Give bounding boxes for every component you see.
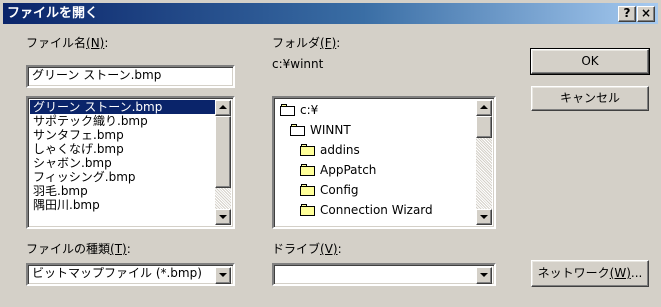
file-list[interactable]: グリーン ストーン.bmp サポテック織り.bmp サンタフェ.bmp しゃくなげ.b… — [26, 96, 235, 229]
cancel-button-label: キャンセル — [559, 91, 620, 105]
folder-name: Config — [320, 183, 359, 197]
cancel-button[interactable]: キャンセル — [531, 86, 649, 111]
file-name-label-text: ファイル名 — [26, 36, 87, 50]
file-type-dropdown-button[interactable] — [215, 267, 231, 284]
folder-icon — [300, 144, 316, 156]
drive-label-colon: : — [337, 242, 342, 256]
network-button-ellipsis: ... — [630, 266, 643, 280]
folder-name: WINNT — [310, 123, 351, 137]
file-type-value: ビットマップファイル (*.bmp) — [32, 266, 202, 280]
drive-label: ドライブ(V): — [272, 242, 342, 256]
file-list-item[interactable]: サポテック織り.bmp — [30, 114, 215, 128]
folder-name: addins — [320, 143, 360, 157]
file-list-item[interactable]: サンタフェ.bmp — [30, 128, 215, 142]
folder-tree-scroll-up-button[interactable] — [476, 100, 492, 116]
file-list-scroll-up-button[interactable] — [215, 100, 231, 116]
folder-tree-scroll-thumb[interactable] — [476, 116, 492, 138]
ok-button[interactable]: OK — [530, 48, 650, 75]
folder-label-text: フォルダ — [272, 36, 321, 50]
chevron-down-icon — [219, 273, 227, 277]
folder-tree[interactable]: c:¥ WINNT addins AppPatch Config Connection W… — [272, 96, 496, 229]
folder-tree-item[interactable]: WINNT — [276, 120, 476, 140]
help-icon: ? — [623, 6, 631, 20]
drive-dropdown-button[interactable] — [476, 267, 492, 284]
network-access-key: (W) — [609, 266, 631, 280]
arrow-up-icon — [219, 105, 227, 109]
file-name-access-key: (N) — [86, 36, 105, 50]
dialog-title: ファイルを開く — [7, 6, 99, 21]
folder-label: フォルダ(F): — [272, 36, 340, 50]
arrow-up-icon — [480, 105, 488, 109]
file-list-scrollbar[interactable] — [215, 100, 231, 225]
folder-name: c:¥ — [300, 103, 319, 117]
arrow-down-icon — [219, 215, 227, 219]
folder-icon — [300, 184, 316, 196]
open-folder-icon — [280, 104, 296, 116]
folder-tree-item[interactable]: c:¥ — [276, 100, 476, 120]
file-list-item[interactable]: フィッシング.bmp — [30, 170, 215, 184]
file-name-label-colon: : — [104, 36, 109, 50]
file-type-label-colon: : — [126, 242, 131, 256]
folder-tree-item[interactable]: addins — [276, 140, 476, 160]
open-folder-icon — [290, 124, 306, 136]
file-name-value: グリーン ストーン.bmp — [32, 68, 162, 82]
folder-tree-scrollbar[interactable] — [476, 100, 492, 225]
folder-tree-item[interactable]: Connection Wizard — [276, 200, 476, 220]
folder-name: AppPatch — [320, 163, 377, 177]
drive-label-text: ドライブ — [272, 242, 321, 256]
ok-button-label: OK — [581, 54, 599, 68]
folder-tree-item[interactable]: AppPatch — [276, 160, 476, 180]
help-button[interactable]: ? — [618, 6, 636, 22]
folder-tree-item[interactable]: Config — [276, 180, 476, 200]
close-button[interactable]: × — [637, 6, 655, 22]
file-list-item[interactable]: シャボン.bmp — [30, 156, 215, 170]
network-button[interactable]: ネットワーク(W)... — [531, 260, 649, 287]
file-list-item[interactable]: 羽毛.bmp — [30, 184, 215, 198]
file-name-input[interactable]: グリーン ストーン.bmp — [26, 65, 235, 88]
chevron-down-icon — [480, 273, 488, 277]
file-type-label: ファイルの種類(T): — [26, 242, 131, 256]
file-list-item[interactable]: 隅田川.bmp — [30, 198, 215, 212]
title-bar[interactable]: ファイルを開く — [3, 3, 658, 24]
folder-access-key: (F) — [320, 36, 337, 50]
file-type-label-text: ファイルの種類 — [26, 242, 111, 256]
file-type-combobox[interactable]: ビットマップファイル (*.bmp) — [26, 263, 235, 286]
arrow-down-icon — [480, 215, 488, 219]
file-list-scroll-thumb[interactable] — [215, 116, 231, 188]
folder-tree-scroll-down-button[interactable] — [476, 209, 492, 225]
file-name-label: ファイル名(N): — [26, 36, 108, 50]
current-folder-path: c:¥winnt — [272, 57, 324, 71]
close-icon: × — [640, 6, 652, 20]
folder-icon — [300, 164, 316, 176]
drive-access-key: (V) — [320, 242, 338, 256]
folder-icon — [300, 204, 316, 216]
file-type-access-key: (T) — [110, 242, 127, 256]
drive-combobox[interactable] — [272, 263, 496, 286]
file-list-item[interactable]: グリーン ストーン.bmp — [30, 100, 215, 114]
folder-name: Connection Wizard — [320, 203, 433, 217]
file-list-item[interactable]: しゃくなげ.bmp — [30, 142, 215, 156]
open-file-dialog: ファイルを開く ? × ファイル名(N): グリーン ストーン.bmp グリーン… — [0, 0, 661, 307]
folder-label-colon: : — [336, 36, 341, 50]
file-list-scroll-down-button[interactable] — [215, 209, 231, 225]
network-button-label: ネットワーク — [537, 266, 610, 280]
